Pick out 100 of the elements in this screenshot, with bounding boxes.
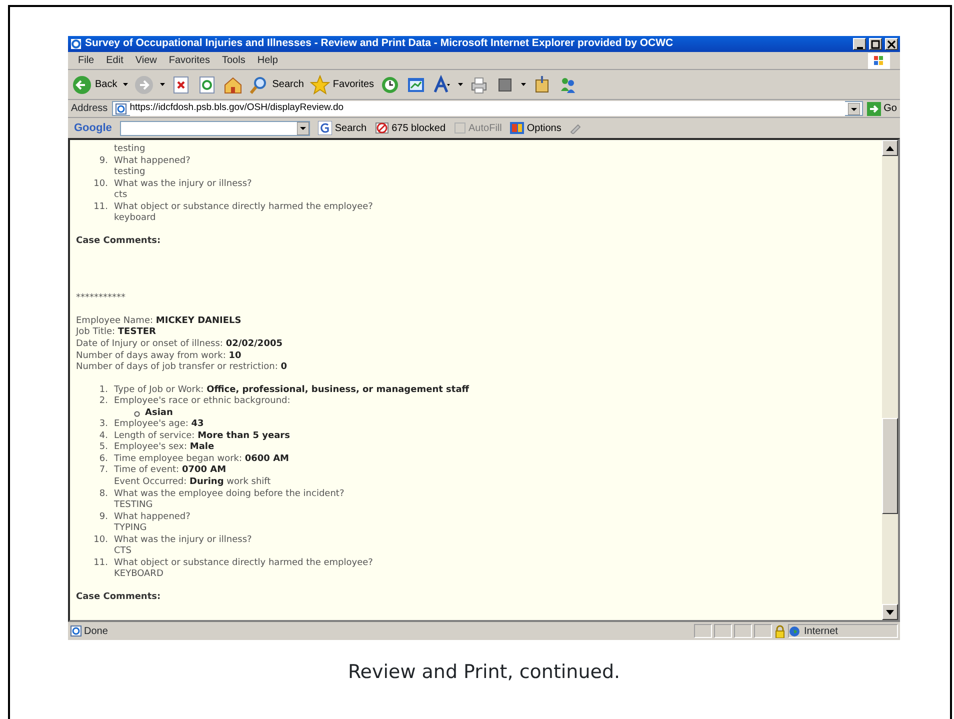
question-text: Type of Job or Work: Office, professional, business, or management staff — [114, 384, 470, 396]
windows-flag-icon — [868, 52, 890, 68]
status-panel — [734, 624, 752, 638]
question-number: 4. — [98, 430, 109, 442]
field-text: Number of days away from work: 10 — [76, 350, 242, 361]
question-text: What was the employee doing before the incident? — [114, 488, 344, 500]
menu-item[interactable]: Help — [257, 53, 278, 68]
caret-icon — [160, 82, 166, 86]
address-field[interactable]: https://idcfdosh.psb.bls.gov/OSH/displayReview.do — [112, 101, 863, 116]
lock-icon — [774, 624, 786, 638]
status-text: Done — [84, 624, 109, 638]
field-text: Date of Injury or onset of illness: 02/02/2005 — [76, 339, 282, 350]
close-button[interactable] — [885, 38, 898, 50]
options-icon — [510, 122, 524, 134]
maximize-button[interactable] — [869, 38, 882, 50]
question-number: 8. — [98, 488, 109, 500]
refresh-button[interactable] — [197, 74, 218, 94]
menu-item[interactable]: Favorites — [168, 53, 210, 68]
answer-text: Event Occurred: During work shift — [114, 477, 271, 488]
scroll-thumb[interactable] — [882, 418, 898, 514]
back-icon — [72, 74, 92, 94]
star-icon — [310, 74, 330, 94]
refresh-icon — [197, 74, 218, 94]
pencil-icon — [569, 122, 582, 134]
question-text: What object or substance directly harmed the employee? — [114, 558, 373, 569]
back-button[interactable]: Back — [72, 74, 118, 94]
answer-text: CTS — [114, 546, 132, 556]
question-text: Time of event: 0700 AM — [114, 465, 226, 477]
question-number: 1. — [98, 384, 109, 396]
question-text: What was the injury or illness? — [114, 178, 252, 190]
answer-text: TYPING — [114, 523, 147, 534]
answer-text: cts — [114, 190, 128, 200]
stop-button[interactable] — [171, 74, 192, 94]
separator-text: *********** — [76, 293, 126, 304]
autofill-icon — [454, 122, 466, 134]
caret-icon — [123, 82, 128, 86]
star-button[interactable]: Favorites — [310, 74, 374, 94]
question-text: Length of service: More than 5 years — [114, 430, 290, 442]
home-button[interactable] — [223, 74, 244, 94]
clock-button[interactable] — [380, 74, 400, 94]
home-icon — [223, 74, 244, 94]
field-text: Employee Name: MICKEY DANIELS — [76, 316, 242, 326]
forward-icon — [134, 74, 154, 94]
popup-blocker-button[interactable]: 675 blocked — [374, 120, 446, 136]
question-number: 9. — [98, 156, 109, 168]
search-button[interactable]: Search — [249, 74, 304, 94]
question-number: 9. — [98, 512, 109, 524]
question-text: What happened? — [114, 156, 190, 167]
printer-button[interactable] — [469, 74, 490, 94]
question-number: 10. — [92, 178, 109, 190]
caret-icon — [458, 82, 464, 86]
font-size-icon — [432, 74, 452, 94]
options-button[interactable]: Options — [510, 120, 562, 136]
question-number: 11. — [92, 202, 109, 214]
status-panel — [754, 624, 772, 638]
minimize-button[interactable] — [853, 38, 866, 50]
menu-item[interactable]: Tools — [222, 53, 246, 68]
section-heading: Case Comments: — [76, 236, 161, 246]
status-panel — [694, 624, 712, 638]
caret-icon — [521, 82, 526, 86]
question-text: Time employee began work: 0600 AM — [114, 454, 289, 465]
status-panel — [714, 624, 732, 638]
question-text: Employee's sex: Male — [114, 442, 214, 454]
question-number: 10. — [92, 534, 109, 546]
globe-icon — [789, 626, 800, 636]
ie-logo-icon — [70, 38, 82, 50]
zone-text: Internet — [804, 624, 838, 638]
google-search-field[interactable] — [120, 120, 310, 136]
window-title: Survey of Occupational Injuries and Illnesses - Review and Print Data - Microsoft Internet Explorer provided by OCWC — [85, 36, 674, 52]
go-arrow-icon — [866, 102, 881, 116]
dropdown-arrow-icon — [848, 102, 860, 114]
google-logo[interactable]: Google — [74, 120, 112, 136]
go-button[interactable]: Go — [866, 101, 897, 116]
caption: Review and Print, continued. — [346, 660, 622, 685]
field-text: Number of days of job transfer or restriction: 0 — [76, 362, 288, 372]
menu-item[interactable]: Edit — [106, 53, 124, 68]
scroll-down-icon — [886, 610, 894, 614]
page-icon — [70, 625, 82, 637]
question-text: Employee's age: 43 — [114, 419, 204, 431]
close-icon — [886, 38, 897, 50]
question-number: 6. — [98, 454, 109, 466]
scroll-up-icon — [886, 146, 894, 150]
field-text: Job Title: TESTER — [76, 327, 156, 338]
font-size-button[interactable] — [432, 74, 452, 94]
address-label: Address — [71, 102, 108, 116]
bullet-icon — [134, 410, 140, 417]
answer-text: Asian — [145, 408, 173, 419]
menu-item[interactable]: File — [78, 53, 94, 68]
question-text: Employee's race or ethnic background: — [114, 396, 290, 408]
scrollbar[interactable] — [882, 140, 898, 620]
answer-text: TESTING — [114, 500, 153, 510]
menu-item[interactable]: View — [135, 53, 157, 68]
google-search-button[interactable]: Search — [318, 120, 367, 136]
question-text: What object or substance directly harmed the employee? — [114, 202, 373, 213]
answer-text: KEYBOARD — [114, 569, 164, 580]
printer-icon — [469, 74, 490, 94]
answer-text: testing — [114, 167, 146, 178]
blocked-icon — [374, 121, 389, 135]
maximize-icon — [870, 38, 881, 50]
question-number: 11. — [92, 558, 109, 570]
